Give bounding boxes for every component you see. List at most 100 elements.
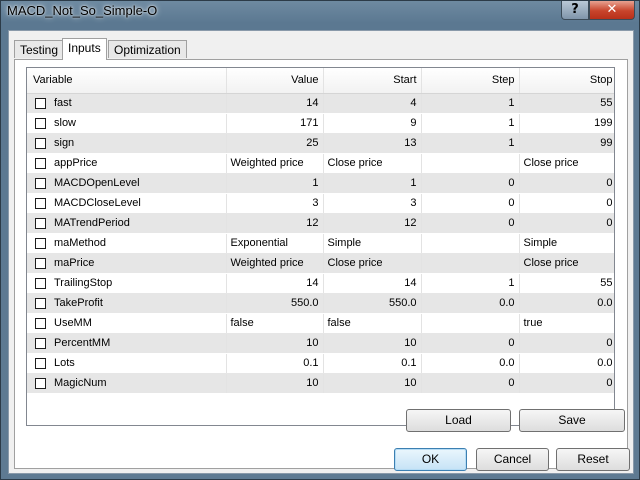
optimize-checkbox[interactable] [35,377,46,389]
step-cell[interactable] [421,153,520,174]
stop-cell[interactable]: 0.0 [519,353,614,374]
value-cell[interactable]: Weighted price [226,153,324,174]
step-cell[interactable]: 0 [421,173,520,194]
optimize-checkbox[interactable] [35,197,46,209]
optimize-checkbox[interactable] [35,357,46,369]
start-cell[interactable]: 4 [323,93,422,114]
stop-cell[interactable]: Simple [519,233,614,254]
optimize-checkbox[interactable] [35,97,46,109]
optimize-checkbox[interactable] [35,157,46,169]
stop-cell[interactable]: true [519,313,614,334]
start-cell[interactable]: Close price [323,253,422,274]
table-row[interactable]: MACDOpenLevel 1 1 0 0 [27,173,614,194]
column-header-stop[interactable]: Stop [519,68,614,94]
step-cell[interactable] [421,233,520,254]
step-cell[interactable]: 0.0 [421,293,520,314]
start-cell[interactable]: 12 [323,213,422,234]
stop-cell[interactable]: 0.0 [519,293,614,314]
start-cell[interactable]: 3 [323,193,422,214]
table-row[interactable]: sign 25 13 1 99 [27,133,614,154]
stop-cell[interactable]: 0 [519,373,614,394]
value-cell[interactable]: 550.0 [226,293,324,314]
value-cell[interactable]: Exponential [226,233,324,254]
optimize-checkbox[interactable] [35,297,46,309]
value-cell[interactable]: 0.1 [226,353,324,374]
help-button[interactable]: ? [561,1,589,20]
optimize-checkbox[interactable] [35,117,46,129]
value-cell[interactable]: 12 [226,213,324,234]
start-cell[interactable]: false [323,313,422,334]
table-row[interactable]: fast 14 4 1 55 [27,93,614,114]
value-cell[interactable]: 10 [226,373,324,394]
step-cell[interactable] [421,313,520,334]
column-header-variable[interactable]: Variable [27,68,227,94]
stop-cell[interactable]: Close price [519,253,614,274]
start-cell[interactable]: 10 [323,373,422,394]
step-cell[interactable]: 0 [421,373,520,394]
step-cell[interactable]: 0.0 [421,353,520,374]
table-row[interactable]: maMethod Exponential Simple Simple [27,233,614,254]
value-cell[interactable]: false [226,313,324,334]
value-cell[interactable]: Weighted price [226,253,324,274]
ok-button[interactable]: OK [394,448,467,471]
step-cell[interactable]: 0 [421,193,520,214]
table-row[interactable]: MATrendPeriod 12 12 0 0 [27,213,614,234]
column-header-value[interactable]: Value [226,68,324,94]
start-cell[interactable]: 13 [323,133,422,154]
table-row[interactable]: UseMM false false true [27,313,614,334]
step-cell[interactable]: 1 [421,133,520,154]
load-button[interactable]: Load [406,409,511,432]
step-cell[interactable]: 0 [421,333,520,354]
start-cell[interactable]: 550.0 [323,293,422,314]
value-cell[interactable]: 3 [226,193,324,214]
tab-testing[interactable]: Testing [14,40,65,58]
step-cell[interactable]: 1 [421,93,520,114]
table-row[interactable]: MagicNum 10 10 0 0 [27,373,614,394]
value-cell[interactable]: 14 [226,93,324,114]
save-button[interactable]: Save [519,409,625,432]
value-cell[interactable]: 25 [226,133,324,154]
table-row[interactable]: MACDCloseLevel 3 3 0 0 [27,193,614,214]
optimize-checkbox[interactable] [35,337,46,349]
close-button[interactable]: ✕ [589,1,635,20]
optimize-checkbox[interactable] [35,277,46,289]
table-row[interactable]: appPrice Weighted price Close price Close p… [27,153,614,174]
reset-button[interactable]: Reset [556,448,630,471]
start-cell[interactable]: 14 [323,273,422,294]
value-cell[interactable]: 10 [226,333,324,354]
stop-cell[interactable]: 99 [519,133,614,154]
table-row[interactable]: PercentMM 10 10 0 0 [27,333,614,354]
step-cell[interactable]: 0 [421,213,520,234]
step-cell[interactable]: 1 [421,113,520,134]
stop-cell[interactable]: 199 [519,113,614,134]
value-cell[interactable]: 1 [226,173,324,194]
stop-cell[interactable]: 0 [519,193,614,214]
table-row[interactable]: slow 171 9 1 199 [27,113,614,134]
optimize-checkbox[interactable] [35,257,46,269]
cancel-button[interactable]: Cancel [476,448,549,471]
value-cell[interactable]: 14 [226,273,324,294]
start-cell[interactable]: 9 [323,113,422,134]
optimize-checkbox[interactable] [35,137,46,149]
stop-cell[interactable]: 0 [519,213,614,234]
value-cell[interactable]: 171 [226,113,324,134]
table-row[interactable]: TrailingStop 14 14 1 55 [27,273,614,294]
column-header-start[interactable]: Start [323,68,422,94]
stop-cell[interactable]: 0 [519,333,614,354]
optimize-checkbox[interactable] [35,217,46,229]
start-cell[interactable]: Close price [323,153,422,174]
step-cell[interactable] [421,253,520,274]
stop-cell[interactable]: 55 [519,273,614,294]
column-header-step[interactable]: Step [421,68,520,94]
optimize-checkbox[interactable] [35,237,46,249]
stop-cell[interactable]: Close price [519,153,614,174]
optimize-checkbox[interactable] [35,177,46,189]
start-cell[interactable]: 1 [323,173,422,194]
table-row[interactable]: Lots 0.1 0.1 0.0 0.0 [27,353,614,374]
start-cell[interactable]: 0.1 [323,353,422,374]
start-cell[interactable]: Simple [323,233,422,254]
tab-optimization[interactable]: Optimization [108,40,187,58]
step-cell[interactable]: 1 [421,273,520,294]
optimize-checkbox[interactable] [35,317,46,329]
start-cell[interactable]: 10 [323,333,422,354]
